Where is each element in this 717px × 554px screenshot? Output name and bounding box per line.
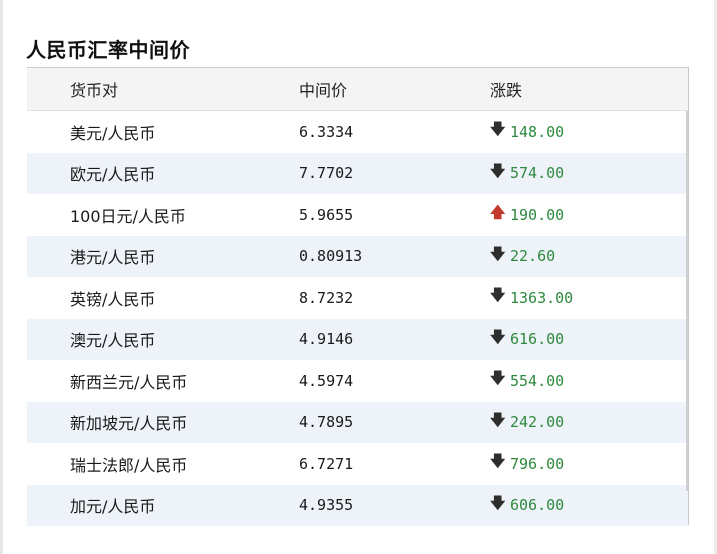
header-change: 涨跌 [490, 81, 523, 100]
arrow-down-icon: 🡇 [490, 244, 506, 263]
currency-pair: 新加坡元/人民币 [70, 414, 188, 434]
change-value: 616.00 [510, 330, 565, 349]
change-cell: 🡇 606.00 [490, 493, 564, 518]
table-row: 英镑/人民币 8.7232 🡇 1363.00 [27, 277, 688, 319]
change-cell: 🡇 1363.00 [490, 285, 573, 310]
page-title: 人民币汇率中间价 [26, 38, 190, 62]
currency-pair: 100日元/人民币 [70, 206, 186, 226]
change-cell: 🡇 22.60 [490, 244, 555, 269]
mid-rate: 7.7702 [299, 164, 354, 183]
change-value: 574.00 [510, 164, 565, 183]
change-value: 242.00 [510, 413, 565, 432]
mid-rate: 8.7232 [299, 288, 354, 307]
table-row: 港元/人民币 0.80913 🡇 22.60 [27, 235, 688, 277]
arrow-down-icon: 🡇 [490, 161, 506, 180]
change-cell: 🡇 616.00 [490, 327, 564, 352]
change-value: 190.00 [510, 205, 565, 224]
table-header: 货币对 中间价 涨跌 [27, 68, 688, 111]
arrow-down-icon: 🡇 [490, 410, 506, 429]
arrow-down-icon: 🡇 [490, 120, 506, 139]
mid-rate: 5.9655 [299, 205, 354, 224]
scroll-track[interactable] [686, 111, 688, 491]
currency-pair: 港元/人民币 [70, 248, 156, 268]
mid-rate: 4.9146 [299, 330, 354, 349]
table-row: 瑞士法郎/人民币 6.7271 🡇 796.00 [27, 443, 688, 485]
currency-pair: 新西兰元/人民币 [70, 372, 188, 392]
change-value: 606.00 [510, 496, 565, 515]
mid-rate: 6.7271 [299, 454, 354, 473]
currency-pair: 美元/人民币 [70, 123, 156, 143]
currency-pair: 加元/人民币 [70, 497, 156, 517]
arrow-down-icon: 🡇 [490, 286, 506, 305]
table-row: 新加坡元/人民币 4.7895 🡇 242.00 [27, 401, 688, 443]
change-value: 796.00 [510, 454, 565, 473]
table-row: 澳元/人民币 4.9146 🡇 616.00 [27, 318, 688, 360]
arrow-down-icon: 🡇 [490, 452, 506, 471]
arrow-down-icon: 🡇 [490, 493, 506, 512]
currency-pair: 瑞士法郎/人民币 [70, 455, 188, 475]
table-row: 100日元/人民币 5.9655 🡅 190.00 [27, 194, 688, 236]
header-currency-pair: 货币对 [70, 81, 119, 100]
currency-pair: 英镑/人民币 [70, 289, 156, 309]
change-value: 22.60 [510, 247, 556, 266]
arrow-down-icon: 🡇 [490, 327, 506, 346]
mid-rate: 4.7895 [299, 413, 354, 432]
currency-pair: 欧元/人民币 [70, 165, 156, 185]
change-value: 554.00 [510, 371, 565, 390]
currency-pair: 澳元/人民币 [70, 331, 156, 351]
change-cell: 🡇 242.00 [490, 410, 564, 435]
mid-rate: 6.3334 [299, 122, 354, 141]
arrow-up-icon: 🡅 [490, 203, 506, 222]
mid-rate: 4.9355 [299, 496, 354, 515]
arrow-down-icon: 🡇 [490, 369, 506, 388]
header-mid-rate: 中间价 [299, 81, 348, 100]
change-cell: 🡇 574.00 [490, 161, 564, 186]
table-row: 美元/人民币 6.3334 🡇 148.00 [27, 111, 688, 153]
change-cell: 🡇 148.00 [490, 119, 564, 144]
mid-rate: 0.80913 [299, 247, 363, 266]
change-value: 148.00 [510, 122, 565, 141]
change-cell: 🡇 554.00 [490, 368, 564, 393]
exchange-rate-table: 货币对 中间价 涨跌 美元/人民币 6.3334 🡇 148.00 欧元/人民币 … [27, 67, 689, 526]
table-row: 加元/人民币 4.9355 🡇 606.00 [27, 484, 688, 526]
table-row: 新西兰元/人民币 4.5974 🡇 554.00 [27, 360, 688, 402]
table-row: 欧元/人民币 7.7702 🡇 574.00 [27, 152, 688, 194]
mid-rate: 4.5974 [299, 371, 354, 390]
change-cell: 🡇 796.00 [490, 451, 564, 476]
change-cell: 🡅 190.00 [490, 202, 564, 227]
change-value: 1363.00 [510, 288, 574, 307]
